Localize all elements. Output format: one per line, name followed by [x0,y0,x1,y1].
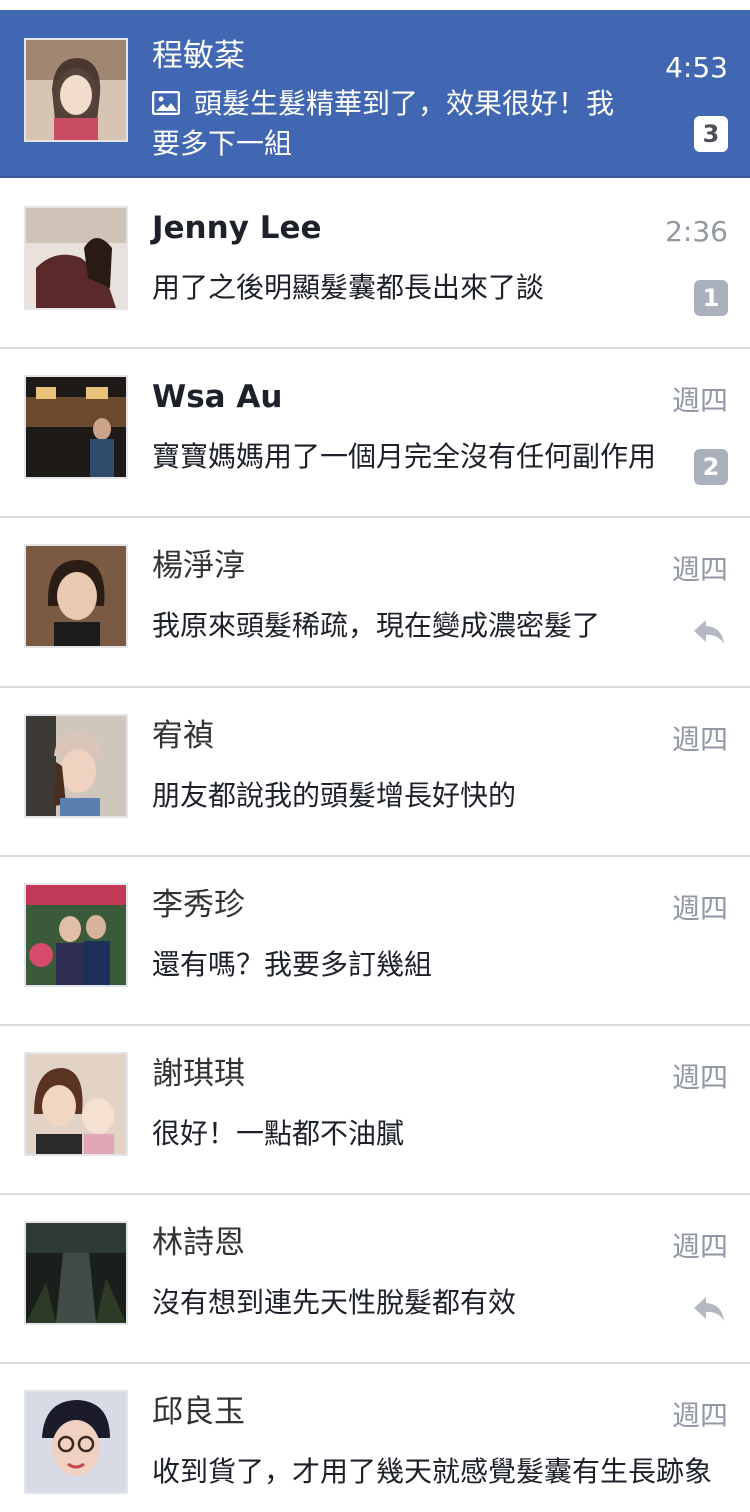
avatar-image [26,1392,126,1492]
conversation-row-2[interactable]: Wsa Au 寶寶媽媽用了一個月完全沒有任何副作用 週四 2 [0,349,750,518]
message-preview: 頭髮生髮精華到了，效果很好！我要多下一組 [152,84,632,164]
contact-name: Jenny Lee [152,210,322,246]
avatar-image [26,1054,126,1154]
conversation-row-0[interactable]: 程敏棻 頭髮生髮精華到了，效果很好！我要多下一組 4:53 3 [0,10,750,178]
message-preview: 沒有想到連先天性脫髮都有效 [152,1286,517,1319]
timestamp: 週四 [671,553,728,586]
conversation-row-5[interactable]: 李秀珍 還有嗎？我要多訂幾組 週四 [0,857,750,1026]
conversation-row-3[interactable]: 楊淨淳 我原來頭髮稀疏，現在變成濃密髮了 週四 [0,518,750,688]
message-preview: 很好！一點都不油膩 [152,1117,405,1150]
timestamp: 週四 [671,1061,728,1094]
avatar[interactable] [24,1221,128,1325]
message-preview: 朋友都說我的頭髮增長好快的 [152,779,517,812]
avatar[interactable] [24,1390,128,1494]
message-preview: 用了之後明顯髮囊都長出來了談 [152,271,545,304]
contact-name: Wsa Au [152,379,283,415]
timestamp: 週四 [671,384,728,417]
reply-icon [694,1297,724,1321]
conversation-row-8[interactable]: 邱良玉 收到貨了，才用了幾天就感覺髮囊有生長跡象 週四 [0,1364,750,1512]
avatar-image [26,716,126,816]
conversation-row-7[interactable]: 林詩恩 沒有想到連先天性脫髮都有效 週四 [0,1195,750,1364]
timestamp: 週四 [671,723,728,756]
message-preview: 還有嗎？我要多訂幾組 [152,948,433,981]
contact-name: 宥禎 [152,718,214,754]
contact-name: 程敏棻 [152,38,245,74]
avatar-image [26,377,126,477]
avatar[interactable] [24,206,128,310]
avatar[interactable] [24,375,128,479]
conversation-list: 程敏棻 頭髮生髮精華到了，效果很好！我要多下一組 4:53 3 Jenny Le… [0,0,750,1512]
avatar[interactable] [24,1052,128,1156]
message-preview: 我原來頭髮稀疏，現在變成濃密髮了 [152,609,601,642]
avatar-image [26,885,126,985]
photo-icon [152,91,180,115]
contact-name: 謝琪琪 [152,1056,245,1092]
timestamp: 週四 [671,1399,728,1432]
unread-badge: 1 [694,280,728,316]
avatar[interactable] [24,544,128,648]
conversation-row-1[interactable]: Jenny Lee 用了之後明顯髮囊都長出來了談 2:36 1 [0,180,750,349]
unread-badge: 2 [694,449,728,485]
timestamp: 週四 [671,892,728,925]
avatar-image [26,546,126,646]
contact-name: 林詩恩 [152,1225,245,1261]
contact-name: 邱良玉 [152,1394,245,1430]
conversation-row-6[interactable]: 謝琪琪 很好！一點都不油膩 週四 [0,1026,750,1195]
avatar[interactable] [24,714,128,818]
message-preview: 寶寶媽媽用了一個月完全沒有任何副作用 [152,440,657,473]
conversation-row-4[interactable]: 宥禎 朋友都說我的頭髮增長好快的 週四 [0,688,750,857]
timestamp: 2:36 [665,215,728,248]
avatar[interactable] [24,38,128,142]
contact-name: 楊淨淳 [152,548,245,584]
reply-icon [694,620,724,644]
avatar[interactable] [24,883,128,987]
unread-badge: 3 [694,116,728,152]
timestamp: 4:53 [665,51,728,84]
message-text: 頭髮生髮精華到了，效果很好！我要多下一組 [152,87,615,160]
avatar-image [26,1223,126,1323]
timestamp: 週四 [671,1230,728,1263]
avatar-image [26,208,126,308]
avatar-image [26,40,126,140]
contact-name: 李秀珍 [152,887,245,923]
message-preview: 收到貨了，才用了幾天就感覺髮囊有生長跡象 [152,1455,713,1488]
